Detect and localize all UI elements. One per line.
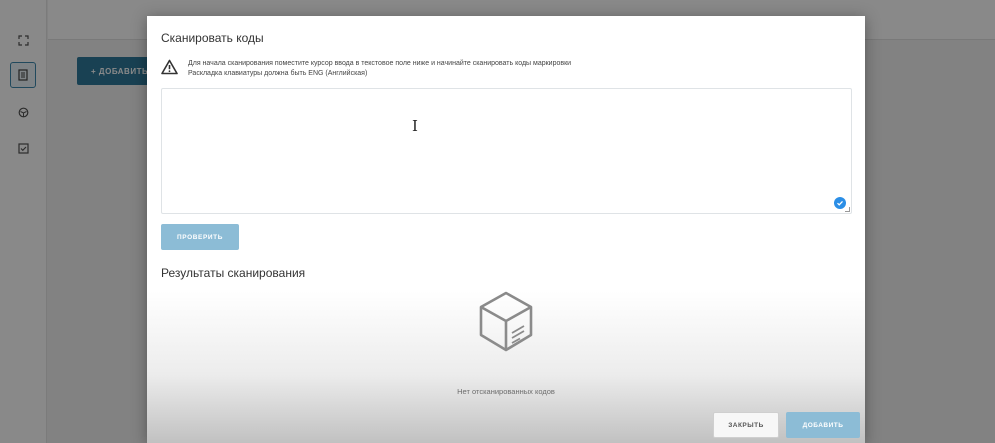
modal-title: Сканировать коды: [161, 31, 264, 45]
empty-box-icon: [479, 291, 533, 352]
warning-line-1: Для начала сканирования поместите курсор…: [188, 60, 572, 67]
close-button[interactable]: ЗАКРЫТЬ: [713, 412, 779, 438]
warning-icon: [161, 59, 178, 75]
empty-state-text: Нет отсканированных кодов: [457, 387, 555, 396]
check-button[interactable]: ПРОВЕРИТЬ: [161, 224, 239, 250]
empty-state: Нет отсканированных кодов: [147, 286, 865, 401]
warning-text: Для начала сканирования поместите курсор…: [188, 59, 571, 79]
warning-line-2: Раскладка клавиатуры должна быть ENG (Ан…: [188, 70, 368, 77]
results-title: Результаты сканирования: [161, 266, 306, 280]
app-root: + ДОБАВИТЬ Т Сканировать коды Для начала…: [0, 0, 995, 443]
scan-codes-textarea[interactable]: I: [161, 88, 852, 214]
add-button[interactable]: ДОБАВИТЬ: [786, 412, 860, 438]
text-cursor-icon: I: [412, 117, 418, 135]
warning-notice: Для начала сканирования поместите курсор…: [161, 59, 851, 81]
resize-handle[interactable]: [845, 207, 850, 212]
scan-codes-modal: Сканировать коды Для начала сканирования…: [147, 16, 865, 443]
